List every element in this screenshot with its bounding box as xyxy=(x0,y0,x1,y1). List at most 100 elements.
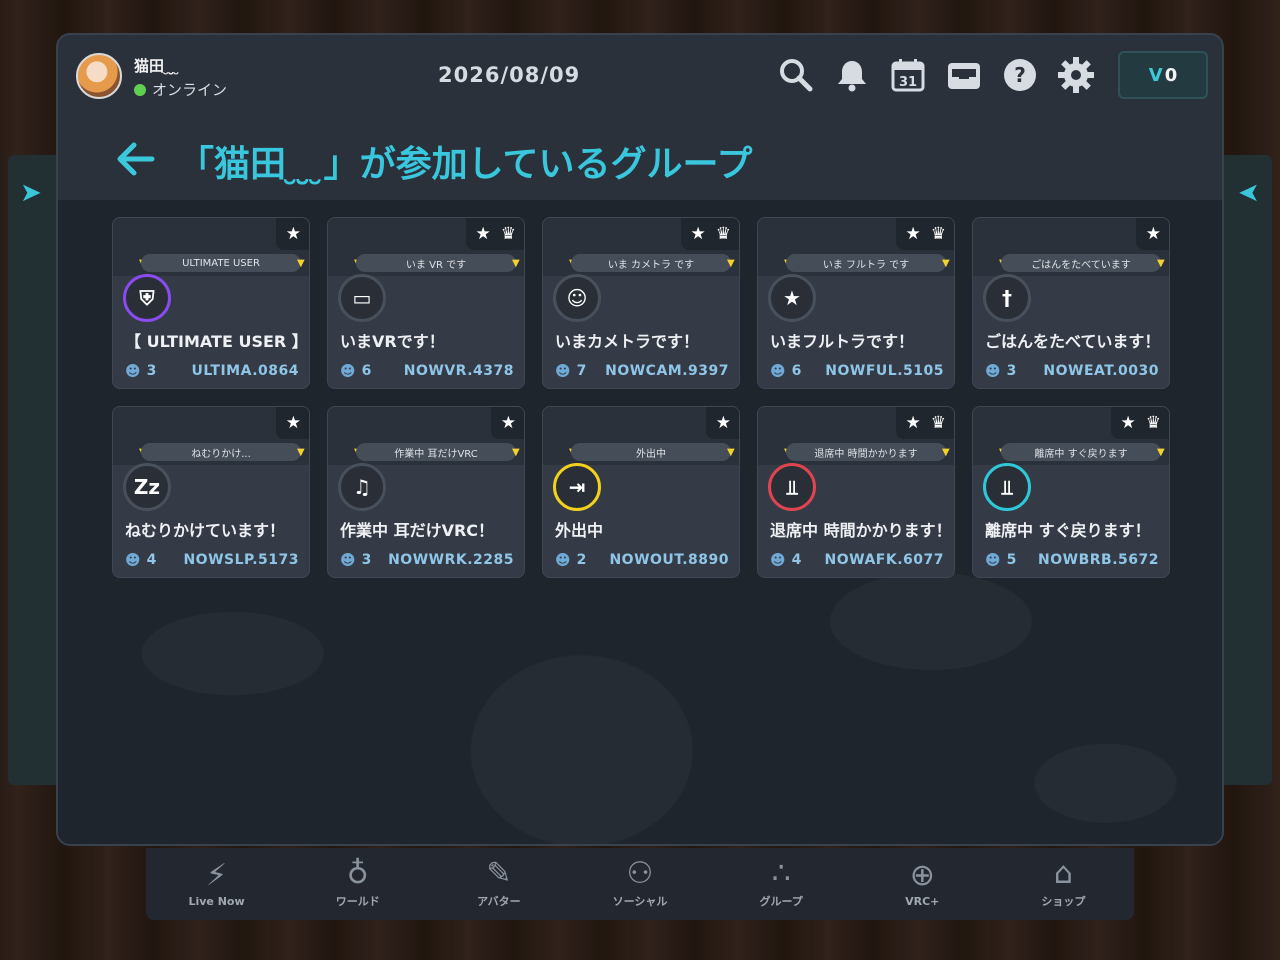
member-count: ☻ 5 xyxy=(985,551,1016,569)
nav-label: グループ xyxy=(759,895,803,908)
utensils-icon: † xyxy=(983,274,1031,322)
group-short-code: NOWOUT.8890 xyxy=(609,552,729,568)
group-card[interactable]: ★ ▼ ねむりかけ... ▼ Zz ねむりかけています！ ☻ 4 NOWSLP.… xyxy=(112,406,310,578)
nav-item[interactable]: ∴ グループ xyxy=(711,848,852,920)
group-card[interactable]: ★ ♛ ▼ 離席中 すぐ戻ります ▼ ⫫ 離席中 すぐ戻ります！ ☻ 5 NOW… xyxy=(972,406,1170,578)
shield-icon: ⛨ xyxy=(123,274,171,322)
vrc-credit-icon: V xyxy=(1148,64,1163,86)
badge-tray: ★ ♛ xyxy=(465,218,524,250)
badge-tray: ★ xyxy=(705,407,739,439)
member-icon: ☻ xyxy=(340,362,356,380)
group-short-code: NOWVR.4378 xyxy=(403,363,514,379)
star-icon[interactable]: ★ xyxy=(286,225,301,243)
group-banner: 外出中 xyxy=(571,443,731,461)
member-icon: ☻ xyxy=(340,551,356,569)
group-grid: ★ ▼ ULTIMATE USER ▼ ⛨ 【 ULTIMATE USER 】 … xyxy=(112,217,1170,578)
star-icon[interactable]: ★ xyxy=(1121,414,1136,432)
member-icon: ☻ xyxy=(985,362,1001,380)
svg-text:?: ? xyxy=(1014,63,1026,87)
group-short-code: NOWWRK.2285 xyxy=(388,552,514,568)
member-icon: ☻ xyxy=(555,551,571,569)
member-count-value: 3 xyxy=(146,363,157,379)
nav-label: Live Now xyxy=(188,894,245,908)
nav-item[interactable]: ⚡ Live Now xyxy=(146,848,287,920)
group-card[interactable]: ★ ♛ ▼ いま VR です ▼ ▭ いまVRです！ ☻ 6 NOWVR.437… xyxy=(327,217,525,389)
currency-button[interactable]: V 0 xyxy=(1118,51,1208,99)
group-card[interactable]: ★ ▼ 外出中 ▼ ⇥ 外出中 ☻ 2 NOWOUT.8890 xyxy=(542,406,740,578)
member-count-value: 7 xyxy=(576,363,587,379)
group-icon: ∴ xyxy=(771,856,791,891)
group-name: ねむりかけています！ xyxy=(125,521,286,540)
nav-item[interactable]: ⚇ ソーシャル xyxy=(569,848,710,920)
group-short-code: NOWSLP.5173 xyxy=(183,552,299,568)
group-short-code: NOWBRB.5672 xyxy=(1038,552,1159,568)
feather-icon[interactable]: ➤ xyxy=(1238,178,1260,208)
badge-tray: ★ ♛ xyxy=(680,218,739,250)
star-icon[interactable]: ★ xyxy=(476,225,491,243)
nav-item[interactable]: ✎ アバター xyxy=(428,848,569,920)
chevron-down-icon: ▼ xyxy=(727,447,735,458)
group-card[interactable]: ★ ♛ ▼ 退席中 時間かかります ▼ ⫫ 退席中 時間かかります！ ☻ 4 N… xyxy=(757,406,955,578)
camera-tracking-icon: ☺ xyxy=(553,274,601,322)
member-count-value: 3 xyxy=(1006,363,1017,379)
star-icon[interactable]: ★ xyxy=(691,225,706,243)
avatar-icon: ✎ xyxy=(486,856,512,891)
vr-headset-icon: ▭ xyxy=(338,274,386,322)
chevron-down-icon: ▼ xyxy=(942,447,950,458)
bell-icon[interactable] xyxy=(832,55,872,95)
gear-icon[interactable] xyxy=(1056,55,1096,95)
star-icon[interactable]: ★ xyxy=(906,414,921,432)
badge-tray: ★ ♛ xyxy=(895,218,954,250)
main-panel: 猫田 ̮ ̮̮̮̮ ̮ オンライン 2026/08/09 31 ? V 0 「猫… xyxy=(56,33,1224,846)
badge-tray: ★ xyxy=(1135,218,1169,250)
member-icon: ☻ xyxy=(125,551,141,569)
inbox-icon[interactable] xyxy=(944,55,984,95)
star-icon[interactable]: ★ xyxy=(501,414,516,432)
group-banner: 作業中 耳だけVRC xyxy=(356,443,516,461)
group-card[interactable]: ★ ▼ ULTIMATE USER ▼ ⛨ 【 ULTIMATE USER 】 … xyxy=(112,217,310,389)
chair-icon: ⫫ xyxy=(983,463,1031,511)
badge-tray: ★ xyxy=(490,407,524,439)
group-card[interactable]: ★ ♛ ▼ いま フルトラ です ▼ ★ いまフルトラです！ ☻ 6 NOWFU… xyxy=(757,217,955,389)
nav-label: VRC+ xyxy=(905,894,940,908)
member-count-value: 4 xyxy=(146,552,157,568)
nav-item[interactable]: ⌂ ショップ xyxy=(993,848,1134,920)
star-icon[interactable]: ★ xyxy=(286,414,301,432)
running-icon: ★ xyxy=(768,274,816,322)
nav-item[interactable]: ♁ ワールド xyxy=(287,848,428,920)
group-banner: 退席中 時間かかります xyxy=(786,443,946,461)
group-list-area: ★ ▼ ULTIMATE USER ▼ ⛨ 【 ULTIMATE USER 】 … xyxy=(58,200,1222,844)
star-icon[interactable]: ★ xyxy=(906,225,921,243)
group-banner: ULTIMATE USER xyxy=(141,254,301,272)
avatar[interactable] xyxy=(76,53,122,99)
star-icon[interactable]: ★ xyxy=(1146,225,1161,243)
user-name: 猫田 ̮ ̮̮̮̮ ̮ xyxy=(134,57,180,75)
search-icon[interactable] xyxy=(776,55,816,95)
planet-icon: ♁ xyxy=(346,856,369,891)
group-banner: いま VR です xyxy=(356,254,516,272)
group-card[interactable]: ★ ▼ ごはんをたべています ▼ † ごはんをたべています！ ☻ 3 NOWEA… xyxy=(972,217,1170,389)
member-count-value: 4 xyxy=(791,552,802,568)
feather-icon[interactable]: ➤ xyxy=(20,180,42,206)
chevron-down-icon: ▼ xyxy=(727,258,735,269)
nav-label: ショップ xyxy=(1041,895,1086,908)
currency-amount: 0 xyxy=(1164,64,1178,86)
group-short-code: ULTIMA.0864 xyxy=(191,363,299,379)
nav-item[interactable]: ⊕ VRC+ xyxy=(852,848,993,920)
help-icon[interactable]: ? xyxy=(1000,55,1040,95)
back-arrow-icon[interactable] xyxy=(114,137,158,181)
member-icon: ☻ xyxy=(555,362,571,380)
group-name: いまVRです！ xyxy=(340,332,445,351)
nav-label: ソーシャル xyxy=(612,895,668,908)
member-count: ☻ 4 xyxy=(125,551,156,569)
group-card[interactable]: ★ ♛ ▼ いま カメトラ です ▼ ☺ いまカメトラです！ ☻ 7 NOWCA… xyxy=(542,217,740,389)
calendar-icon[interactable]: 31 xyxy=(888,55,928,95)
group-name: いまカメトラです！ xyxy=(555,332,700,351)
online-dot xyxy=(134,83,146,96)
chevron-down-icon: ▼ xyxy=(297,447,305,458)
star-icon[interactable]: ★ xyxy=(716,414,731,432)
chevron-down-icon: ▼ xyxy=(297,258,305,269)
group-card[interactable]: ★ ▼ 作業中 耳だけVRC ▼ ♫ 作業中 耳だけVRC！ ☻ 3 NOWWR… xyxy=(327,406,525,578)
member-count-value: 6 xyxy=(791,363,802,379)
headphones-icon: ♫ xyxy=(338,463,386,511)
